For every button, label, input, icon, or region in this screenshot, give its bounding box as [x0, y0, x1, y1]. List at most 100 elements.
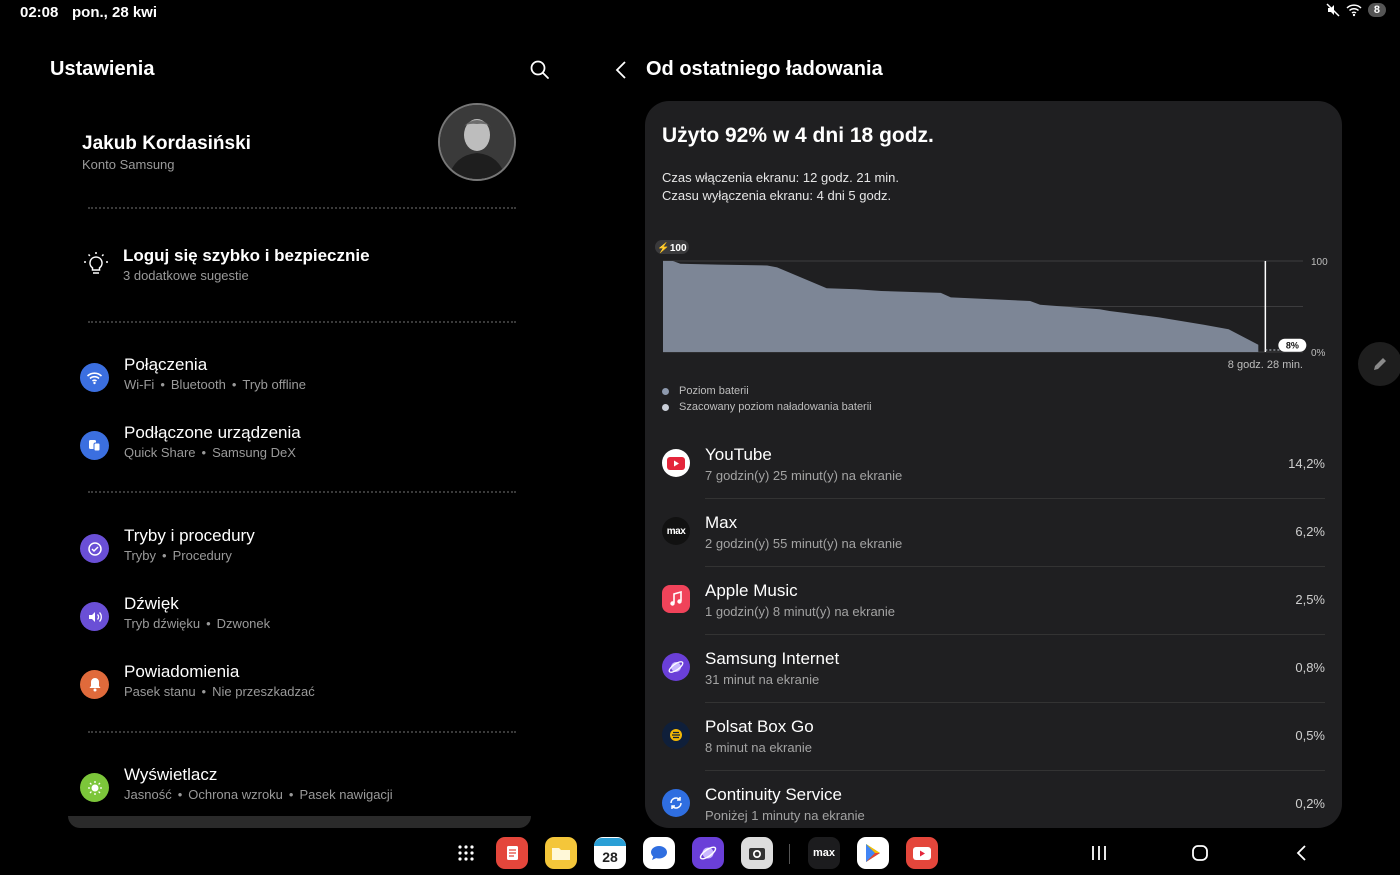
- app-row-polsat-box-go[interactable]: Polsat Box Go 8 minut na ekranie 0,5%: [662, 703, 1325, 771]
- menu-subtitle: Jasność • Ochrona wzroku • Pasek nawigacji: [124, 787, 393, 802]
- app-drawer-icon[interactable]: [450, 837, 482, 869]
- usage-title: Użyto 92% w 4 dni 18 godz.: [662, 124, 934, 147]
- search-icon: [530, 60, 549, 79]
- y-tick-label: 0%: [1311, 348, 1326, 359]
- polsat-icon: [662, 721, 690, 749]
- lightbulb-icon: [84, 252, 108, 274]
- page-title: Od ostatniego ładowania: [646, 58, 883, 80]
- youtube-icon: [662, 449, 690, 477]
- menu-title: Dźwięk: [124, 594, 179, 613]
- menu-item-display[interactable]: Wyświetlacz Jasność • Ochrona wzroku • Pasek…: [80, 765, 530, 821]
- suggestion-subtitle: 3 dodatkowe sugestie: [123, 268, 249, 283]
- app-usage-percent: 6,2%: [1295, 524, 1325, 539]
- chart-legend: Poziom baterii Szacowany poziom naładowa…: [662, 383, 872, 415]
- devices-icon: [80, 431, 109, 460]
- legend-dot: [662, 403, 669, 411]
- youtube-icon[interactable]: [906, 837, 938, 869]
- legend-dot: [662, 387, 669, 395]
- battery-chart[interactable]: 100 0% ⚡100 8% 8 godz. 28 min.: [653, 236, 1342, 376]
- legend-item: Poziom baterii: [662, 383, 872, 399]
- app-screen-time: 7 godzin(y) 25 minut(y) na ekranie: [705, 468, 903, 483]
- app-usage-percent: 0,8%: [1295, 660, 1325, 675]
- app-name: Polsat Box Go: [705, 717, 814, 736]
- menu-item-connections[interactable]: Połączenia Wi-Fi • Bluetooth • Tryb offline: [80, 355, 530, 411]
- sun-icon: [80, 773, 109, 802]
- menu-subtitle: Tryby • Procedury: [124, 548, 232, 563]
- check-circle-icon: [80, 534, 109, 563]
- current-level-label: 8%: [1286, 341, 1299, 351]
- bell-icon: [80, 670, 109, 699]
- taskbar: 28 max: [0, 832, 1400, 875]
- app-name: Continuity Service: [705, 785, 843, 804]
- profile-name: Jakub Kordasiński: [82, 133, 251, 154]
- app-row-apple-music[interactable]: Apple Music 1 godzin(y) 8 minut(y) na ek…: [662, 567, 1325, 635]
- profile-subtitle: Konto Samsung: [82, 157, 175, 172]
- recent-apps-button[interactable]: [1086, 840, 1112, 866]
- app-row-youtube[interactable]: YouTube 7 godzin(y) 25 minut(y) na ekran…: [662, 431, 1325, 499]
- app-name: Apple Music: [705, 581, 798, 600]
- menu-item-connected-devices[interactable]: Podłączone urządzenia Quick Share • Samsun…: [80, 423, 530, 479]
- menu-item-modes-routines[interactable]: Tryby i procedury Tryby • Procedury: [80, 526, 530, 582]
- notification-count-badge: 8: [1367, 3, 1386, 17]
- files-icon[interactable]: [545, 837, 577, 869]
- messages-icon[interactable]: [643, 837, 675, 869]
- app-row-continuity-service[interactable]: Continuity Service Poniżej 1 minuty na e…: [662, 771, 1325, 828]
- music-icon: [662, 585, 690, 613]
- legend-item: Szacowany poziom naładowania baterii: [662, 399, 872, 415]
- menu-title: Powiadomienia: [124, 662, 240, 681]
- calendar-icon[interactable]: 28: [594, 837, 626, 869]
- menu-title: Połączenia: [124, 355, 208, 374]
- back-nav-button[interactable]: [1289, 840, 1315, 866]
- app-usage-percent: 0,2%: [1295, 796, 1325, 811]
- y-tick-label: 100: [1311, 257, 1328, 268]
- max-icon: max: [662, 517, 690, 545]
- menu-subtitle: Tryb dźwięku • Dzwonek: [124, 616, 271, 631]
- divider: [88, 207, 516, 209]
- planet-icon: [662, 653, 690, 681]
- max-icon[interactable]: max: [808, 837, 840, 869]
- wifi-icon: [1346, 4, 1362, 17]
- app-name: YouTube: [705, 445, 772, 464]
- home-icon: [1192, 845, 1208, 861]
- back-button[interactable]: [610, 58, 634, 82]
- menu-subtitle: Quick Share • Samsung DeX: [124, 445, 296, 460]
- home-button[interactable]: [1187, 840, 1213, 866]
- settings-title: Ustawienia: [50, 58, 155, 80]
- status-date: pon., 28 kwi: [72, 4, 158, 21]
- menu-item-sound[interactable]: Dźwięk Tryb dźwięku • Dzwonek: [80, 594, 530, 650]
- app-screen-time: Poniżej 1 minuty na ekranie: [705, 808, 865, 823]
- sync-icon: [662, 789, 690, 817]
- notes-icon[interactable]: [496, 837, 528, 869]
- app-row-max[interactable]: max Max 2 godzin(y) 55 minut(y) na ekran…: [662, 499, 1325, 567]
- mute-icon: [1326, 3, 1340, 17]
- avatar[interactable]: [438, 103, 516, 181]
- app-usage-percent: 2,5%: [1295, 592, 1325, 607]
- menu-subtitle: Pasek stanu • Nie przeszkadzać: [124, 684, 315, 699]
- suggestion-title: Loguj się szybko i bezpiecznie: [123, 246, 370, 265]
- play-store-icon[interactable]: [857, 837, 889, 869]
- samsung-internet-icon[interactable]: [692, 837, 724, 869]
- chevron-left-icon: [1296, 845, 1306, 861]
- status-time: 02:08: [20, 4, 59, 21]
- menu-title: Podłączone urządzenia: [124, 423, 301, 442]
- camera-icon[interactable]: [741, 837, 773, 869]
- edit-button[interactable]: [1358, 342, 1400, 386]
- app-screen-time: 1 godzin(y) 8 minut(y) na ekranie: [705, 604, 896, 619]
- app-name: Samsung Internet: [705, 649, 840, 668]
- chevron-left-icon: [615, 61, 626, 79]
- app-usage-percent: 0,5%: [1295, 728, 1325, 743]
- wifi-icon: [80, 363, 109, 392]
- screen-on-time: Czas włączenia ekranu: 12 godz. 21 min.: [662, 170, 900, 185]
- app-row-samsung-internet[interactable]: Samsung Internet 31 minut na ekranie 0,8…: [662, 635, 1325, 703]
- status-icons: 8: [1326, 3, 1386, 17]
- start-level-label: ⚡100: [657, 241, 687, 254]
- menu-item-notifications[interactable]: Powiadomienia Pasek stanu • Nie przeszkadz…: [80, 662, 530, 718]
- divider: [88, 491, 516, 493]
- recent-apps-icon: [1092, 846, 1106, 860]
- divider: [88, 321, 516, 323]
- status-bar: 02:08 pon., 28 kwi 8: [0, 0, 1400, 26]
- battery-usage-card: Użyto 92% w 4 dni 18 godz. Czas włączeni…: [645, 101, 1342, 828]
- search-button[interactable]: [528, 58, 554, 84]
- scroll-edge: [68, 816, 531, 828]
- remaining-time-label: 8 godz. 28 min.: [1228, 359, 1303, 371]
